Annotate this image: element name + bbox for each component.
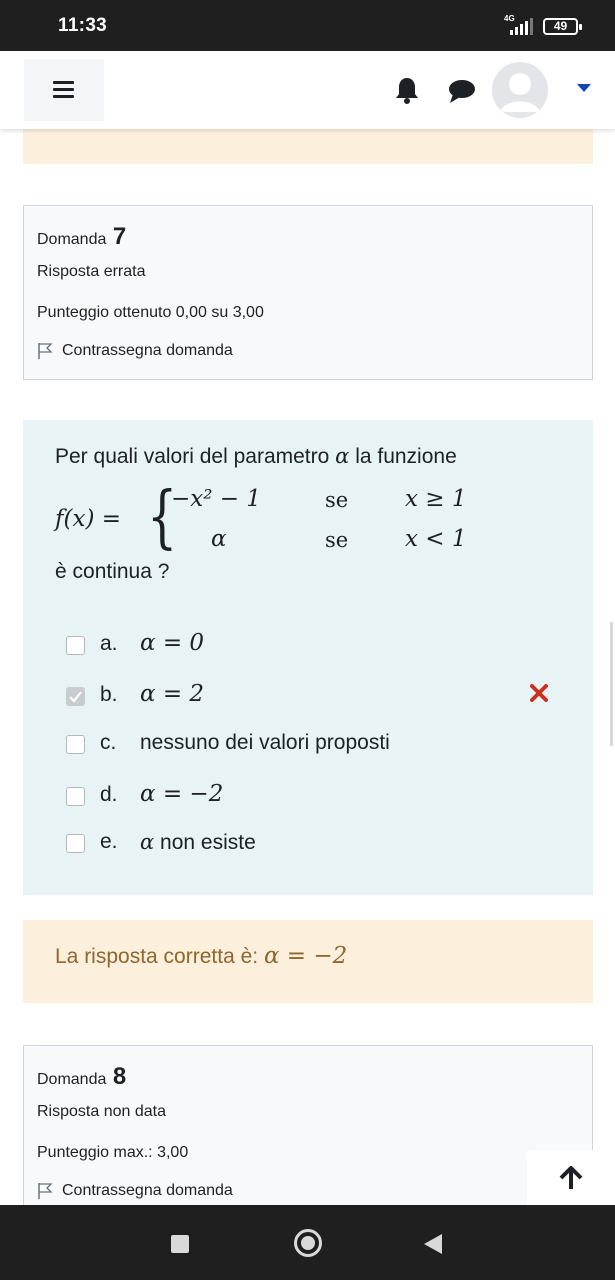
user-avatar-icon[interactable] bbox=[492, 62, 548, 118]
question-state: Risposta errata bbox=[37, 263, 146, 280]
top-navbar bbox=[0, 51, 615, 129]
alpha-symbol: α bbox=[140, 830, 155, 854]
flag-icon bbox=[38, 343, 53, 359]
flag-question-link[interactable]: Contrassegna domanda bbox=[37, 342, 233, 360]
hamburger-menu-icon[interactable] bbox=[24, 59, 104, 121]
page-scrollbar[interactable] bbox=[610, 622, 613, 746]
bell-icon[interactable] bbox=[394, 76, 420, 104]
option-label: α = 0 bbox=[140, 630, 205, 656]
checkmark-icon bbox=[69, 691, 82, 703]
piecewise-function: f(x) = { −x² − 1 se x ≥ 1 α se x < 1 bbox=[55, 480, 575, 562]
checkbox[interactable] bbox=[66, 787, 85, 806]
question-text-end: è continua ? bbox=[55, 560, 170, 583]
question-grade: Punteggio ottenuto 0,00 su 3,00 bbox=[37, 304, 264, 321]
option-letter: a. bbox=[100, 632, 118, 655]
right-answer-prefix: La risposta corretta è: bbox=[55, 945, 259, 968]
option-letter: b. bbox=[100, 683, 118, 706]
case1-condition: x ≥ 1 bbox=[405, 486, 467, 512]
recent-apps-icon[interactable] bbox=[171, 1235, 189, 1253]
question-number: Domanda 8 bbox=[37, 1063, 126, 1091]
checkbox[interactable] bbox=[66, 834, 85, 853]
back-to-top-button[interactable] bbox=[527, 1150, 615, 1205]
option-label: α non esiste bbox=[140, 830, 256, 855]
right-answer-text: La risposta corretta è: α = −2 bbox=[55, 943, 347, 969]
caret-down-icon[interactable] bbox=[577, 84, 591, 92]
chat-bubble-icon[interactable] bbox=[448, 78, 476, 104]
case1-se: se bbox=[325, 488, 349, 512]
flag-question-label: Contrassegna domanda bbox=[62, 342, 233, 359]
question-state: Risposta non data bbox=[37, 1103, 166, 1120]
function-lhs: f(x) = bbox=[55, 506, 122, 532]
question-info: Domanda 7 Risposta errata Punteggio otte… bbox=[23, 205, 593, 380]
question-number: Domanda 7 bbox=[37, 223, 126, 251]
question-number-value: 8 bbox=[112, 1063, 127, 1090]
main-content: Domanda 7 Risposta errata Punteggio otte… bbox=[0, 0, 615, 1205]
red-x-icon bbox=[530, 684, 548, 702]
question-text: Per quali valori del parametro α la funz… bbox=[55, 444, 457, 468]
question-info: Domanda 8 Risposta non data Punteggio ma… bbox=[23, 1045, 593, 1205]
answer-option-a[interactable]: a. α = 0 bbox=[66, 630, 566, 660]
answer-option-c[interactable]: c. nessuno dei valori proposti bbox=[66, 729, 566, 759]
case2-se: se bbox=[325, 528, 349, 552]
home-icon[interactable] bbox=[294, 1229, 322, 1257]
option-label: nessuno dei valori proposti bbox=[140, 731, 390, 754]
question-label: Domanda bbox=[37, 1071, 107, 1088]
option-label: α = 2 bbox=[140, 681, 205, 707]
right-answer-box: La risposta corretta è: α = −2 bbox=[23, 920, 593, 1003]
answer-option-b[interactable]: b. α = 2 bbox=[66, 681, 566, 711]
answer-option-d[interactable]: d. α = −2 bbox=[66, 781, 566, 811]
question-formulation: Per quali valori del parametro α la funz… bbox=[23, 420, 593, 895]
question-number-value: 7 bbox=[112, 223, 127, 250]
checkbox[interactable] bbox=[66, 735, 85, 754]
arrow-up-icon bbox=[559, 1166, 583, 1189]
case2-condition: x < 1 bbox=[405, 526, 467, 552]
option-letter: c. bbox=[100, 731, 117, 754]
alpha-symbol: α bbox=[335, 444, 350, 468]
case2-value: α bbox=[211, 526, 227, 552]
option-label: α = −2 bbox=[140, 781, 224, 807]
option-label-rest: non esiste bbox=[160, 831, 256, 854]
flag-icon bbox=[38, 1183, 53, 1199]
back-icon[interactable] bbox=[424, 1234, 442, 1254]
flag-question-label: Contrassegna domanda bbox=[62, 1182, 233, 1199]
system-nav-bar bbox=[0, 1205, 615, 1280]
flag-question-link[interactable]: Contrassegna domanda bbox=[37, 1182, 233, 1200]
question-label: Domanda bbox=[37, 231, 107, 248]
question-grade: Punteggio max.: 3,00 bbox=[37, 1144, 189, 1161]
right-answer-value: α = −2 bbox=[263, 943, 348, 969]
case1-value: −x² − 1 bbox=[171, 486, 261, 512]
checkbox-checked[interactable] bbox=[66, 687, 85, 706]
checkbox[interactable] bbox=[66, 636, 85, 655]
option-letter: e. bbox=[100, 830, 118, 853]
option-letter: d. bbox=[100, 783, 118, 806]
answer-option-e[interactable]: e. α non esiste bbox=[66, 828, 566, 858]
